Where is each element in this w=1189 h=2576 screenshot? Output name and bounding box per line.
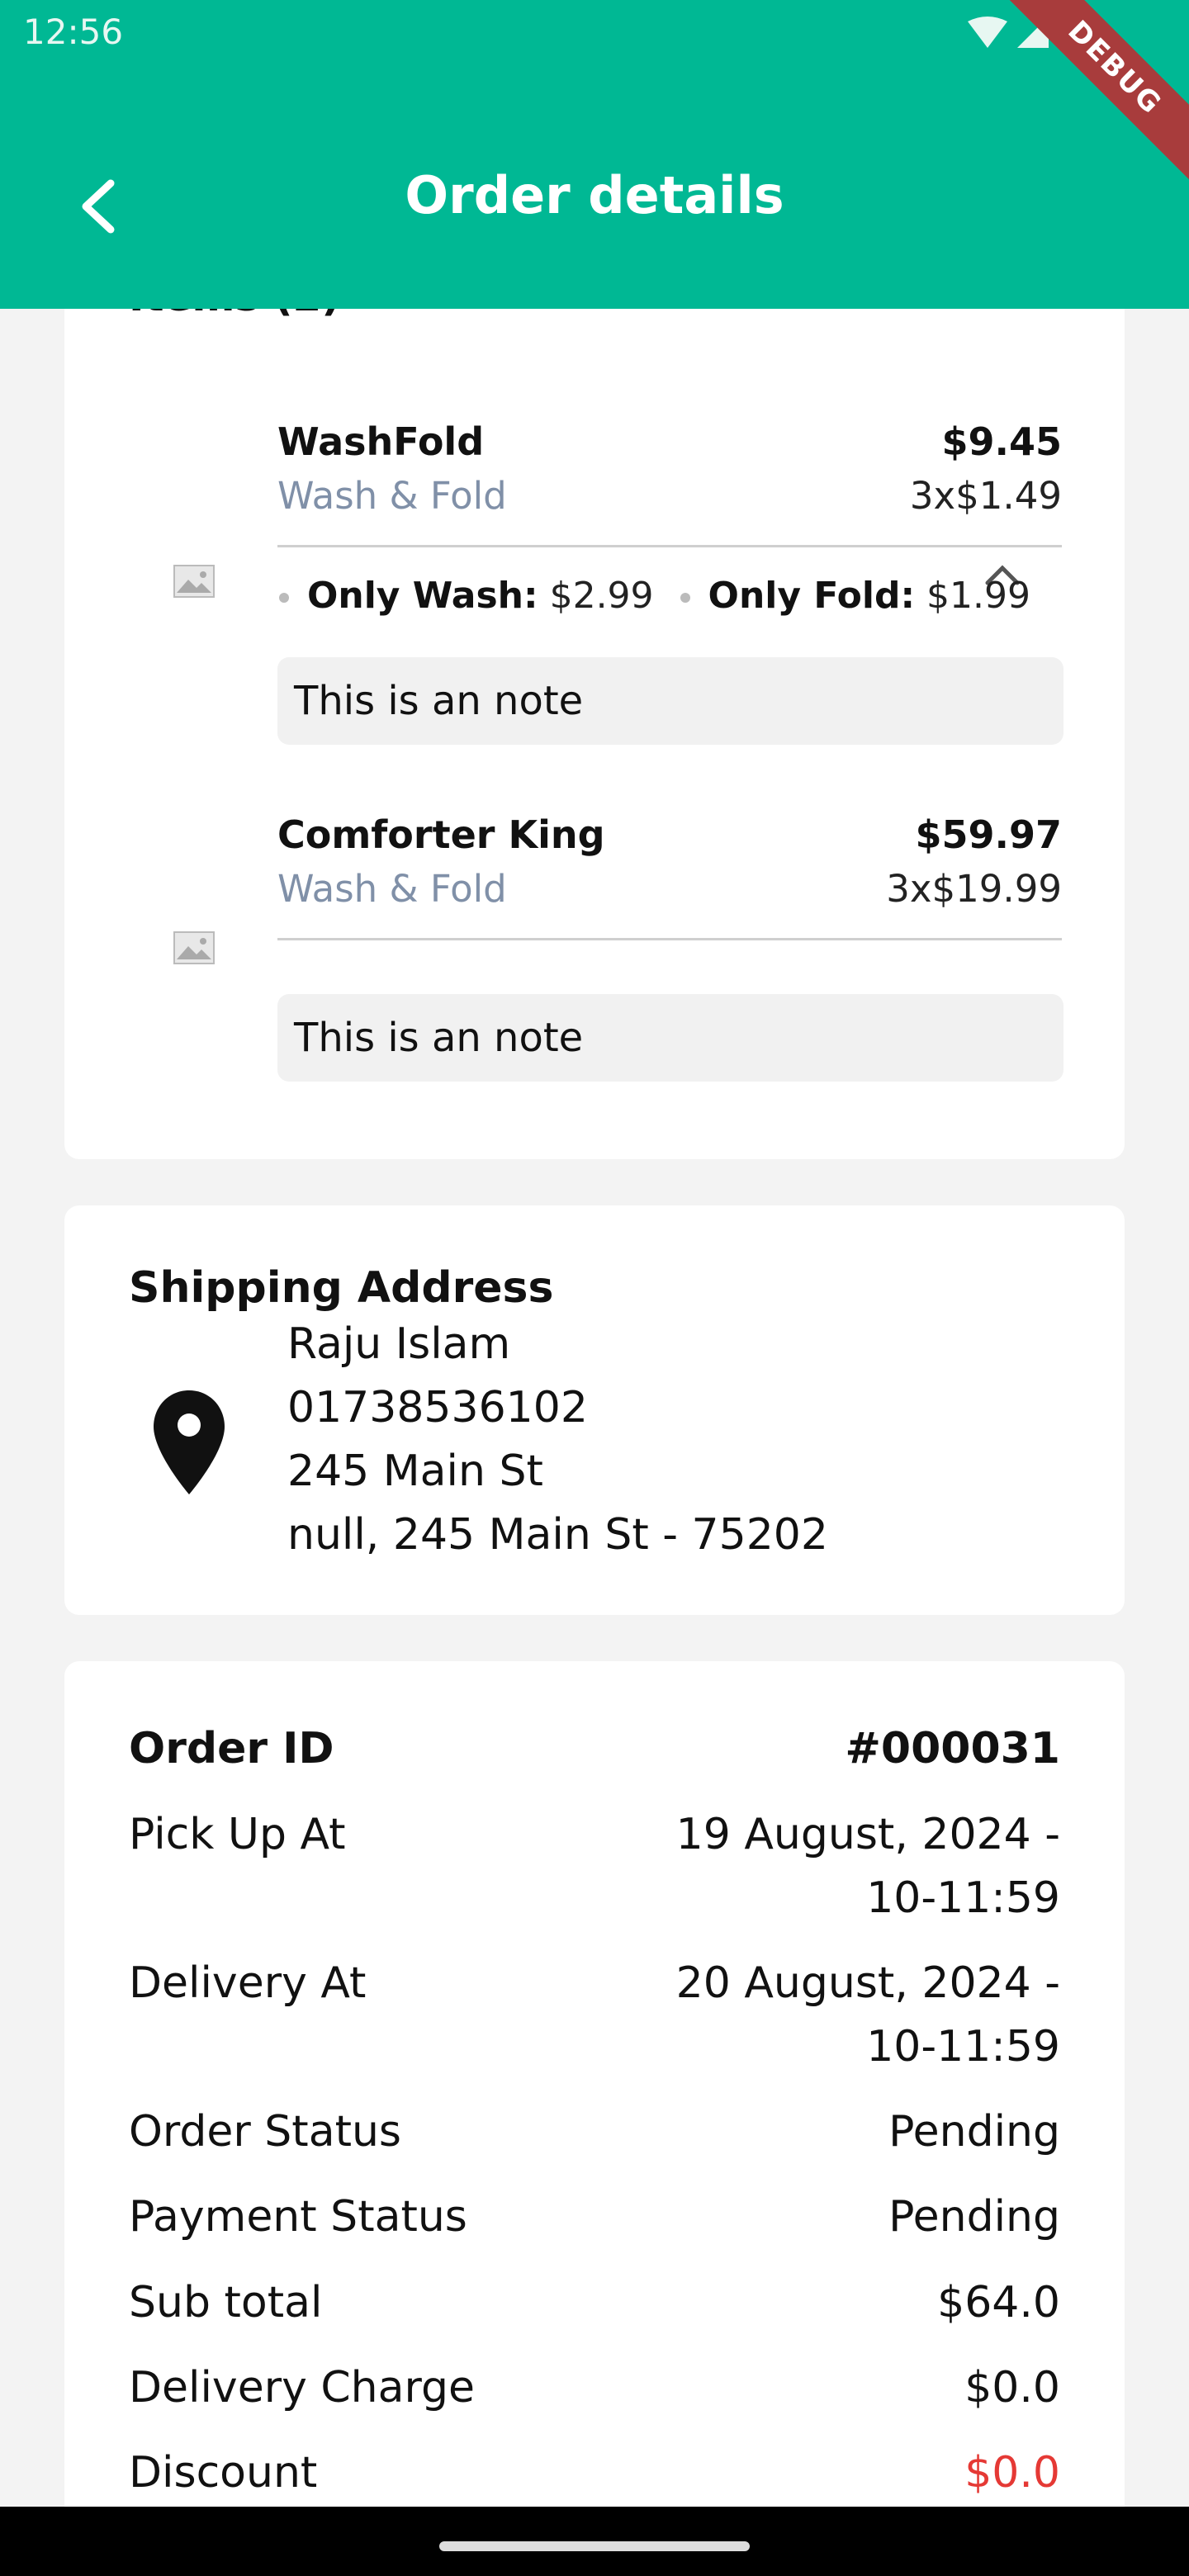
pickup-time: 10-11:59 [866,1873,1060,1923]
item-total: $59.97 [915,812,1062,857]
discount-value: $0.0 [964,2448,1060,2498]
payment-status-label: Payment Status [129,2192,467,2242]
shipping-name: Raju Islam [287,1319,511,1369]
shipping-card: Shipping Address Raju Islam 01738536102 … [64,1205,1125,1615]
image-placeholder-icon [173,565,215,598]
item-qty-price: 3x$1.49 [909,474,1062,518]
delivery-charge-label: Delivery Charge [129,2363,475,2413]
order-status-value: Pending [888,2107,1060,2157]
item-service: Wash & Fold [277,474,507,518]
divider [277,938,1062,940]
pickup-date: 19 August, 2024 - [675,1810,1060,1859]
item-qty-price: 3x$19.99 [886,867,1062,911]
order-summary-card: Order ID #000031 Pick Up At 19 August, 2… [64,1661,1125,2576]
divider [277,545,1062,547]
delivery-label: Delivery At [129,1958,367,2008]
delivery-charge-value: $0.0 [964,2363,1060,2413]
shipping-city-line: null, 245 Main St - 75202 [287,1510,828,1560]
item-name: Comforter King [277,812,605,857]
bullet [279,593,289,603]
home-gesture-handle[interactable] [439,2541,750,2551]
payment-status-value: Pending [888,2192,1060,2242]
page-title: Order details [405,165,784,225]
image-placeholder-icon [173,931,215,964]
item-service: Wash & Fold [277,867,507,911]
item-note: This is an note [277,994,1063,1082]
addon-price: $1.99 [926,575,1031,617]
delivery-time: 10-11:59 [866,2022,1060,2072]
location-pin-icon [154,1390,225,1494]
addon-list: Only Wash: $2.99 Only Fold: $1.99 [277,575,1055,617]
item-note: This is an note [277,657,1063,745]
pickup-label: Pick Up At [129,1810,346,1859]
shipping-title: Shipping Address [129,1263,554,1313]
app-bar: 12:56 Order details DEBUG [0,0,1189,309]
shipping-street: 245 Main St [287,1447,543,1496]
delivery-date: 20 August, 2024 - [675,1958,1060,2008]
system-nav-bar [0,2507,1189,2576]
item-total: $9.45 [941,419,1062,464]
order-id-label: Order ID [129,1724,334,1773]
item-name: WashFold [277,419,485,464]
order-status-label: Order Status [129,2107,402,2157]
addon-price: $2.99 [549,575,654,617]
shipping-phone: 01738536102 [287,1383,588,1432]
subtotal-value: $64.0 [937,2278,1060,2327]
discount-label: Discount [129,2448,318,2498]
status-time: 12:56 [23,12,124,52]
bullet [680,593,690,603]
addon-label: Only Wash: [307,575,538,617]
order-id-value: #000031 [845,1724,1060,1773]
subtotal-label: Sub total [129,2278,323,2327]
wifi-icon [968,17,1007,48]
addon-label: Only Fold: [708,575,916,617]
